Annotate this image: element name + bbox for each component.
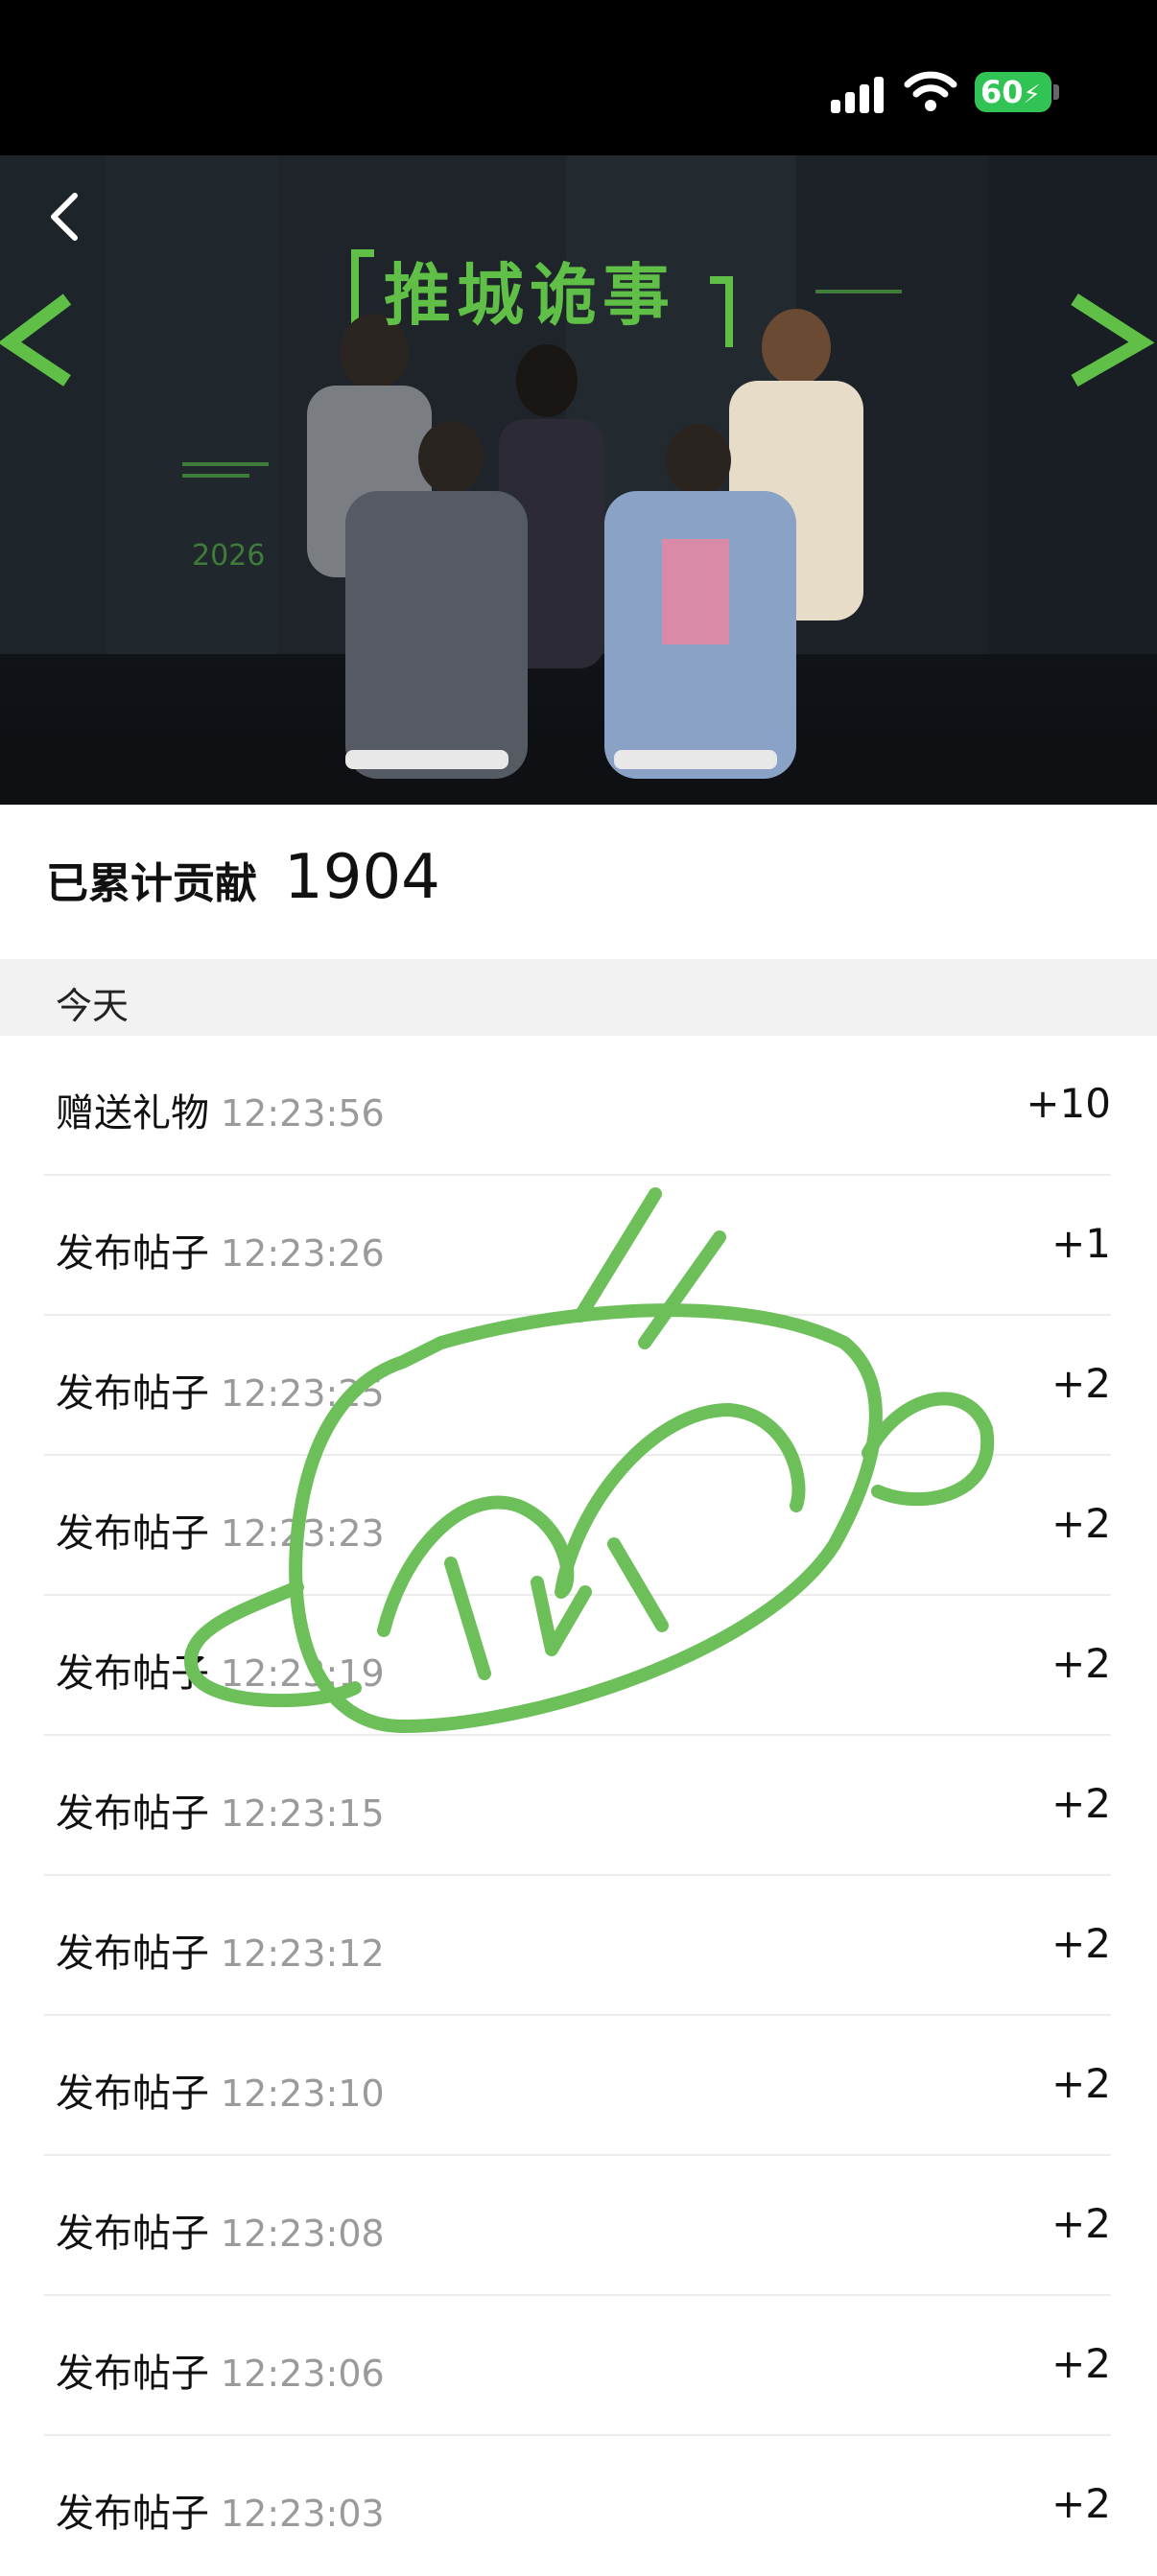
record-points: +2 bbox=[1051, 2060, 1111, 2107]
battery-tip bbox=[1053, 84, 1059, 100]
record-action: 发布帖子 bbox=[56, 2492, 209, 2536]
record-action: 赠送礼物 bbox=[56, 1091, 209, 1136]
list-item: 发布帖子 12:23:19 +2 bbox=[0, 1596, 1157, 1736]
record-action: 发布帖子 bbox=[56, 1791, 209, 1836]
record-time: 12:23:19 bbox=[221, 1652, 385, 1695]
record-points: +2 bbox=[1051, 2200, 1111, 2247]
contribution-record-list[interactable]: 赠送礼物 12:23:56 +10 发布帖子 12:23:26 +1 发布帖子 12:… bbox=[0, 1036, 1157, 2576]
list-item: 发布帖子 12:23:08 +2 bbox=[0, 2156, 1157, 2296]
record-points: +2 bbox=[1051, 2340, 1111, 2387]
record-action: 发布帖子 bbox=[56, 2072, 209, 2116]
record-time: 12:23:12 bbox=[221, 1932, 385, 1975]
date-section-header: 今天 bbox=[0, 959, 1157, 1036]
list-item: 发布帖子 12:23:12 +2 bbox=[0, 1876, 1157, 2016]
record-time: 12:23:15 bbox=[221, 1792, 385, 1835]
list-item: 发布帖子 12:23:06 +2 bbox=[0, 2296, 1157, 2436]
record-time: 12:23:25 bbox=[221, 1372, 385, 1415]
record-points: +2 bbox=[1051, 1360, 1111, 1407]
status-bar: 60⚡ bbox=[0, 0, 1157, 155]
record-action: 发布帖子 bbox=[56, 1932, 209, 1976]
list-item: 发布帖子 12:23:26 +1 bbox=[0, 1176, 1157, 1316]
list-item: 发布帖子 12:23:03 +2 bbox=[0, 2436, 1157, 2576]
record-points: +2 bbox=[1051, 1500, 1111, 1547]
record-points: +10 bbox=[1026, 1080, 1111, 1127]
record-action: 发布帖子 bbox=[56, 1371, 209, 1416]
record-time: 12:23:03 bbox=[221, 2493, 385, 2535]
record-time: 12:23:06 bbox=[221, 2353, 385, 2395]
battery-level: 60 bbox=[980, 74, 1024, 110]
contribution-summary: 已累计贡献 1904 bbox=[46, 842, 440, 919]
record-action: 发布帖子 bbox=[56, 1511, 209, 1556]
list-item: 赠送礼物 12:23:56 +10 bbox=[0, 1036, 1157, 1176]
record-points: +2 bbox=[1051, 1780, 1111, 1827]
record-time: 12:23:23 bbox=[221, 1512, 385, 1555]
record-time: 12:23:56 bbox=[221, 1092, 385, 1135]
battery-charging-icon: 60⚡ bbox=[975, 72, 1051, 112]
record-time: 12:23:10 bbox=[221, 2073, 385, 2115]
hero-image: 推城诡事 2026 bbox=[0, 155, 1157, 805]
cellular-signal-icon bbox=[831, 75, 885, 113]
chevron-left-icon[interactable] bbox=[42, 190, 90, 244]
date-header-label: 今天 bbox=[56, 985, 130, 1027]
record-action: 发布帖子 bbox=[56, 2212, 209, 2256]
record-time: 12:23:08 bbox=[221, 2213, 385, 2255]
list-item: 发布帖子 12:23:10 +2 bbox=[0, 2016, 1157, 2156]
stage-sign-text: 推城诡事 bbox=[384, 256, 675, 335]
record-points: +2 bbox=[1051, 1920, 1111, 1967]
record-points: +2 bbox=[1051, 1640, 1111, 1687]
record-time: 12:23:26 bbox=[221, 1232, 385, 1275]
list-item: 发布帖子 12:23:25 +2 bbox=[0, 1316, 1157, 1456]
record-action: 发布帖子 bbox=[56, 1651, 209, 1696]
record-points: +2 bbox=[1051, 2480, 1111, 2527]
list-item: 发布帖子 12:23:15 +2 bbox=[0, 1736, 1157, 1876]
stage-year-text: 2026 bbox=[192, 539, 266, 573]
contribution-label: 已累计贡献 bbox=[46, 859, 257, 908]
list-item: 发布帖子 12:23:23 +2 bbox=[0, 1456, 1157, 1596]
contribution-total: 1904 bbox=[284, 842, 440, 913]
record-action: 发布帖子 bbox=[56, 2352, 209, 2396]
record-action: 发布帖子 bbox=[56, 1231, 209, 1276]
wifi-icon bbox=[904, 71, 957, 111]
record-points: +1 bbox=[1051, 1220, 1111, 1267]
